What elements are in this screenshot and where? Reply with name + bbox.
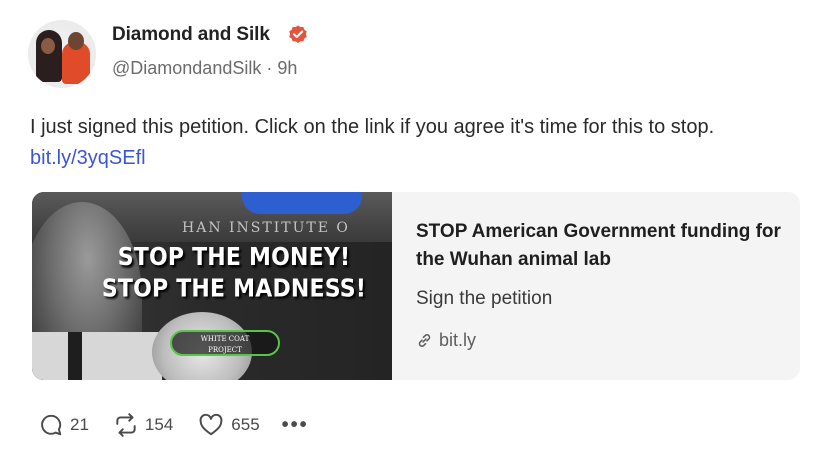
repost-icon xyxy=(116,413,136,437)
link-icon xyxy=(418,334,431,347)
link-card-title[interactable]: STOP American Government funding for the… xyxy=(416,218,786,274)
post-body: I just signed this petition. Click on th… xyxy=(30,116,715,138)
reply-button[interactable]: 21 xyxy=(38,412,89,438)
avatar-face-1 xyxy=(41,38,55,54)
image-logo-badge: WHITE COAT PROJECT xyxy=(170,330,280,356)
image-headline-line1: STOP THE MONEY! xyxy=(117,243,351,272)
more-options-icon[interactable]: ••• xyxy=(282,414,309,437)
image-tie xyxy=(68,332,82,380)
avatar-face-2 xyxy=(68,32,84,50)
reply-count: 21 xyxy=(70,415,89,434)
reply-icon xyxy=(41,414,62,436)
link-preview-card[interactable]: HAN INSTITUTE O STOP THE MONEY! STOP THE… xyxy=(32,192,800,380)
author-avatar[interactable] xyxy=(28,20,96,88)
image-coat xyxy=(32,332,162,380)
image-headline-line2: STOP THE MADNESS! xyxy=(101,275,367,304)
link-card-domain-text: bit.ly xyxy=(439,330,477,350)
author-name[interactable]: Diamond and Silk xyxy=(112,24,270,46)
post-link[interactable]: bit.ly/3yqSEfl xyxy=(30,147,146,169)
link-preview-image: HAN INSTITUTE O STOP THE MONEY! STOP THE… xyxy=(32,192,392,380)
link-card-domain[interactable]: bit.ly xyxy=(416,330,476,351)
badge-line1: WHITE COAT xyxy=(200,335,250,343)
link-card-subtitle: Sign the petition xyxy=(416,288,553,309)
badge-line2: PROJECT xyxy=(208,346,242,354)
image-headline: STOP THE MONEY! STOP THE MADNESS! xyxy=(84,243,384,306)
like-count: 655 xyxy=(231,415,260,434)
post-text: I just signed this petition. Click on th… xyxy=(30,112,800,174)
post-actions: 21 154 655 ••• xyxy=(38,412,309,438)
heart-icon xyxy=(199,413,223,436)
verified-badge-icon xyxy=(289,25,307,43)
image-building-text: HAN INSTITUTE O xyxy=(182,220,350,236)
repost-count: 154 xyxy=(144,415,174,434)
author-handle-time: @DiamondandSilk · 9h xyxy=(112,58,298,78)
like-button[interactable]: 655 xyxy=(197,412,260,438)
repost-button[interactable]: 154 xyxy=(113,412,173,438)
image-sky xyxy=(242,192,362,214)
